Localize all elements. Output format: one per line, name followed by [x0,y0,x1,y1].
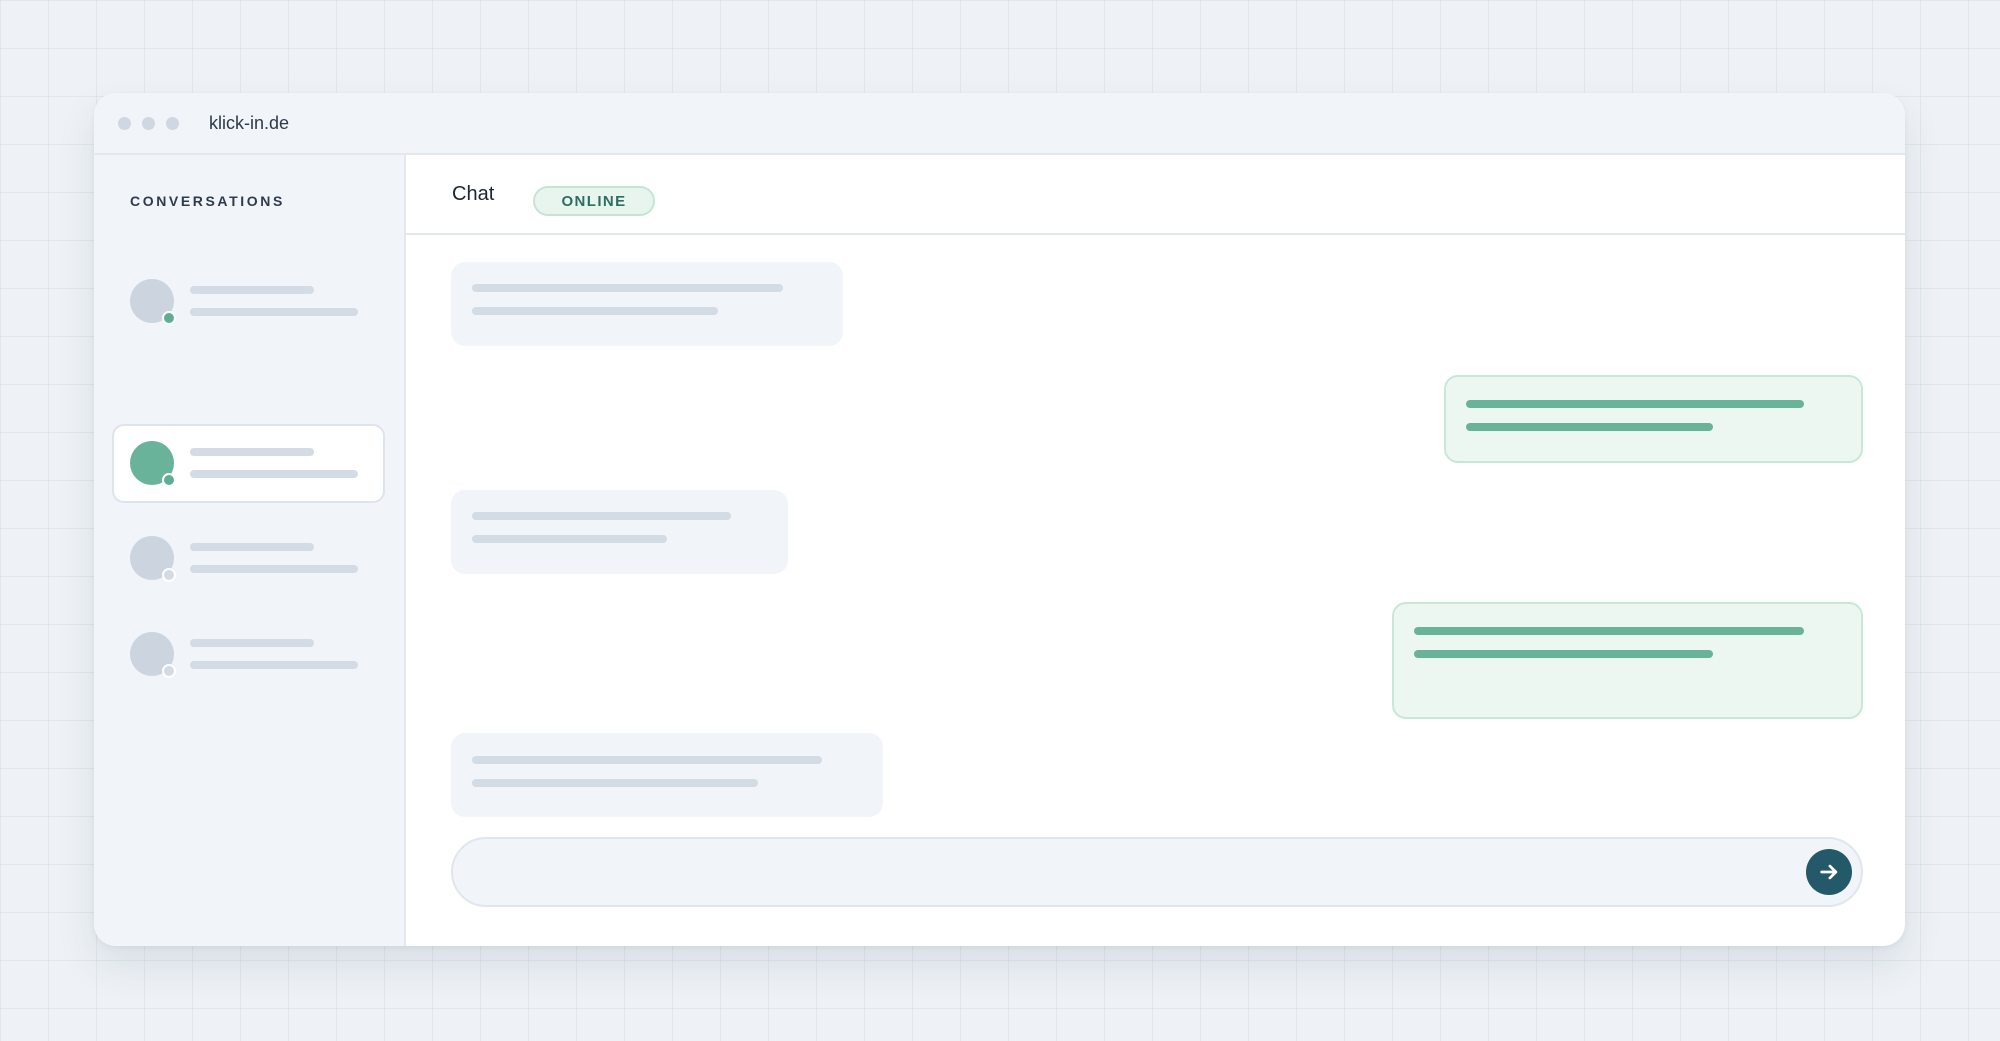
title-bar: klick-in.de [94,93,1905,155]
window-controls [118,116,179,130]
message-text-placeholder [1414,627,1804,635]
preview-placeholder [190,308,358,316]
preview-placeholder [190,661,358,669]
message-text-placeholder [1466,423,1713,431]
conversation-item[interactable] [112,615,385,694]
message-composer[interactable] [451,837,1863,907]
message-text-placeholder [472,512,731,520]
conversation-item[interactable] [112,519,385,598]
message-text-placeholder [472,284,783,292]
online-status-dot [162,311,176,325]
message-text-placeholder [472,307,718,315]
conversation-item[interactable] [112,262,385,341]
message-text-placeholder [1414,650,1713,658]
conversation-sidebar [94,155,406,946]
conversation-item-active[interactable] [112,424,385,503]
name-placeholder [190,639,314,647]
avatar [130,536,176,582]
chat-header: Chat ONLINE [406,155,1905,235]
preview-placeholder [190,470,358,478]
message-text-placeholder [1466,400,1804,408]
avatar [130,279,176,325]
message-text-placeholder [472,535,667,543]
name-placeholder [190,448,314,456]
offline-status-dot [162,568,176,582]
incoming-message [451,733,883,817]
sidebar-title: CONVERSATIONS [130,193,285,209]
offline-status-dot [162,664,176,678]
browser-window: klick-in.de CONVERSATIONS Chat ONLINE [94,93,1905,946]
online-status-dot [162,473,176,487]
name-placeholder [190,286,314,294]
outgoing-message [1392,602,1863,719]
incoming-message [451,490,788,574]
window-dot-minimize[interactable] [142,116,155,130]
avatar [130,441,176,487]
message-text-placeholder [472,756,822,764]
chat-title: Chat [452,183,495,205]
arrow-right-icon [1820,864,1838,880]
message-text-placeholder [472,779,758,787]
incoming-message [451,262,843,346]
window-dot-maximize[interactable] [166,116,179,130]
avatar [130,632,176,678]
site-url: klick-in.de [209,112,290,133]
window-dot-close[interactable] [118,116,131,130]
name-placeholder [190,543,314,551]
status-badge: ONLINE [533,186,655,216]
send-button[interactable] [1806,849,1852,895]
outgoing-message [1444,375,1863,463]
preview-placeholder [190,565,358,573]
